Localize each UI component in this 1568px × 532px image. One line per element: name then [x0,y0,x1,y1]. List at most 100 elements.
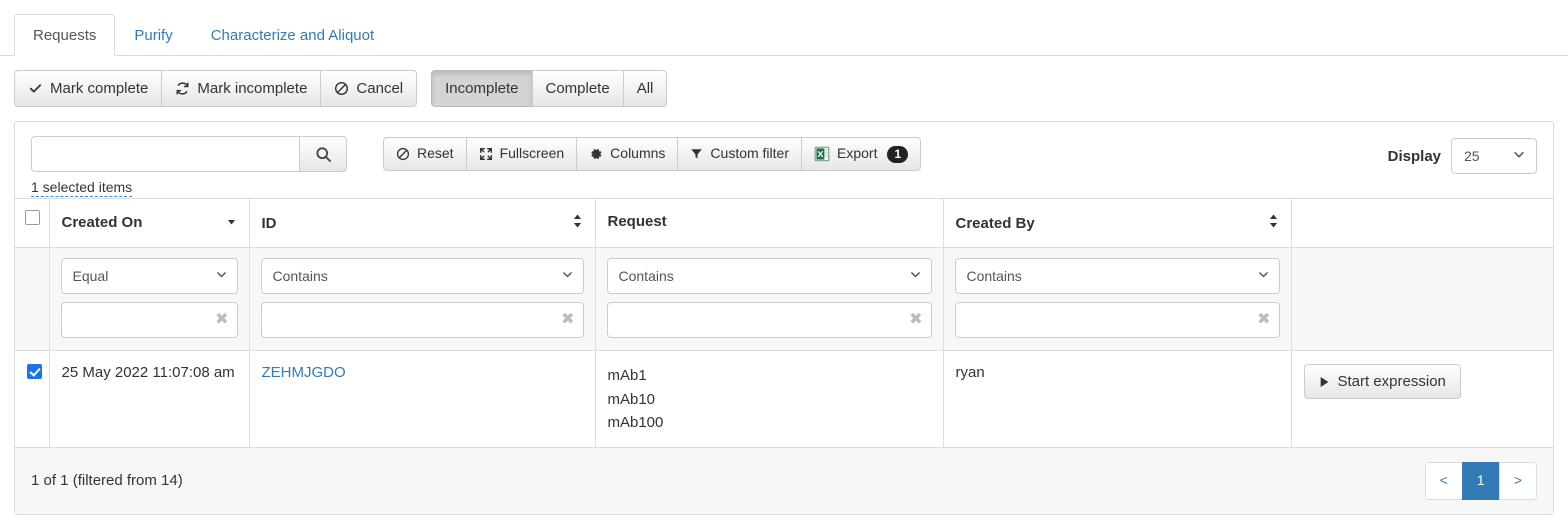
filter-input-wrap-request: ✖ [607,302,932,338]
tab-bar: Requests Purify Characterize and Aliquot [0,0,1568,56]
request-line: mAb1 [608,364,931,387]
chevron-down-icon [1257,268,1270,284]
search-input[interactable] [31,136,299,172]
custom-filter-label: Custom filter [710,144,789,164]
requests-table: Created On ID [15,198,1553,447]
filter-input-id[interactable] [261,302,584,338]
filter-operator-created-by-value: Contains [967,268,1022,284]
mark-incomplete-label: Mark incomplete [197,78,307,99]
header-created-on[interactable]: Created On [49,199,249,248]
check-icon [28,81,43,96]
filter-input-wrap-id: ✖ [261,302,584,338]
table-row[interactable]: 25 May 2022 11:07:08 am ZEHMJGDO mAb1 mA… [15,351,1553,447]
grid-tools-group: Reset Fullscreen Columns [383,137,921,171]
tab-characterize-and-aliquot[interactable]: Characterize and Aliquot [192,14,393,56]
filter-all-button[interactable]: All [623,70,668,107]
search-icon [315,146,332,163]
cell-id: ZEHMJGDO [249,351,595,447]
selected-items-link[interactable]: 1 selected items [31,179,132,197]
row-select-checkbox[interactable] [27,364,42,379]
search-button[interactable] [299,136,347,172]
ban-icon [396,147,410,161]
filter-complete-button[interactable]: Complete [532,70,624,107]
filter-input-request[interactable] [607,302,932,338]
funnel-icon [690,147,703,161]
header-id[interactable]: ID [249,199,595,248]
clear-icon[interactable]: ✖ [909,312,922,328]
header-created-by[interactable]: Created By [943,199,1291,248]
chevron-down-icon [215,268,228,284]
fullscreen-button[interactable]: Fullscreen [466,137,578,171]
sort-desc-icon [226,213,237,231]
filter-operator-created-on-value: Equal [73,268,109,284]
mark-complete-label: Mark complete [50,78,148,99]
filter-input-created-by[interactable] [955,302,1280,338]
request-id-link[interactable]: ZEHMJGDO [262,364,346,381]
refresh-icon [175,81,190,96]
mark-complete-button[interactable]: Mark complete [14,70,162,107]
cell-action: Start expression [1291,351,1553,447]
clear-icon[interactable]: ✖ [1257,312,1270,328]
filter-operator-request[interactable]: Contains [607,258,932,294]
columns-button[interactable]: Columns [576,137,678,171]
mark-incomplete-button[interactable]: Mark incomplete [161,70,321,107]
table-body: Equal ✖ Contains [15,248,1553,447]
action-toolbar: Mark complete Mark incomplete Cancel [0,56,1568,121]
filter-input-wrap-created-on: ✖ [61,302,238,338]
header-request-label: Request [608,213,667,230]
filter-cell-created-on: Equal ✖ [49,248,249,351]
pagination-next-button[interactable]: > [1499,462,1537,500]
display-page-size-value: 25 [1464,148,1480,164]
columns-label: Columns [610,144,665,164]
tab-purify[interactable]: Purify [115,14,191,56]
filter-input-created-on[interactable] [61,302,238,338]
cell-created-by: ryan [943,351,1291,447]
filter-input-wrap-created-by: ✖ [955,302,1280,338]
play-icon [1319,376,1330,388]
cancel-label: Cancel [356,78,403,99]
grid-footer: 1 of 1 (filtered from 14) < 1 > [15,447,1553,514]
select-all-header [15,199,49,248]
filter-cell-select [15,248,49,351]
sort-none-icon [1268,213,1279,233]
filter-operator-created-by[interactable]: Contains [955,258,1280,294]
export-button[interactable]: Export 1 [801,137,921,171]
request-line: mAb10 [608,388,931,411]
header-created-on-label: Created On [62,214,143,231]
reset-button[interactable]: Reset [383,137,467,171]
select-all-checkbox[interactable] [25,210,40,225]
display-label: Display [1388,148,1441,165]
filter-cell-id: Contains ✖ [249,248,595,351]
filter-operator-created-on[interactable]: Equal [61,258,238,294]
pagination-prev-button[interactable]: < [1425,462,1463,500]
cell-created-on: 25 May 2022 11:07:08 am [49,351,249,447]
fullscreen-label: Fullscreen [500,144,565,164]
filter-operator-id-value: Contains [273,268,328,284]
sort-none-icon [572,213,583,233]
clear-icon[interactable]: ✖ [561,312,574,328]
header-created-by-label: Created By [956,215,1035,232]
start-expression-button[interactable]: Start expression [1304,364,1461,399]
custom-filter-button[interactable]: Custom filter [677,137,802,171]
pagination-page-1-button[interactable]: 1 [1462,462,1500,500]
cancel-button[interactable]: Cancel [320,70,417,107]
search-group [31,136,347,172]
filter-operator-id[interactable]: Contains [261,258,584,294]
grid-toolbar: 1 selected items Reset Fullscreen [15,122,1553,198]
tab-purify-label: Purify [134,27,172,44]
header-request[interactable]: Request [595,199,943,248]
display-page-size-select[interactable]: 25 [1451,138,1537,174]
clear-icon[interactable]: ✖ [215,312,228,328]
ban-icon [334,81,349,96]
display-control: Display 25 [1388,138,1537,174]
tab-characterize-and-aliquot-label: Characterize and Aliquot [211,27,374,44]
excel-export-icon [814,146,830,162]
export-label: Export [837,144,877,164]
fullscreen-icon [479,147,493,161]
filter-incomplete-button[interactable]: Incomplete [431,70,532,107]
tab-requests[interactable]: Requests [14,14,115,56]
filter-incomplete-label: Incomplete [445,78,518,99]
reset-label: Reset [417,144,454,164]
pagination: < 1 > [1425,462,1537,500]
chevron-down-icon [561,268,574,284]
